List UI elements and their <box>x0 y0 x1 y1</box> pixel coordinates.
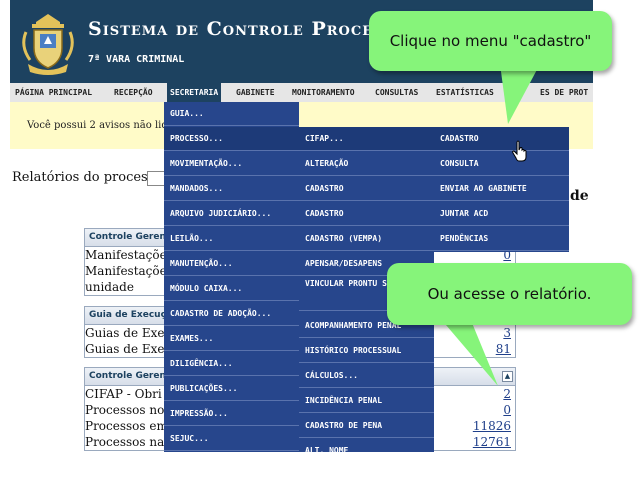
app-title: Sistema de Controle Processu <box>88 18 406 40</box>
hand-pointer-icon <box>512 140 527 162</box>
row-value[interactable]: 12761 <box>473 434 511 450</box>
row-label: Guias de Exec <box>85 326 172 340</box>
menu-item-publicacoes[interactable]: PUBLICAÇÕES... <box>164 377 299 401</box>
menu-item-movimentacao[interactable]: MOVIMENTAÇÃO... <box>164 152 299 176</box>
menu-item-processo[interactable]: PROCESSO... <box>164 127 299 151</box>
menu-estatisticas[interactable]: ESTATÍSTICAS <box>433 83 497 102</box>
menu-item-impressao[interactable]: IMPRESSÃO... <box>164 402 299 426</box>
coat-of-arms-icon <box>22 14 74 75</box>
menu-item-guia[interactable]: GUIA... <box>164 102 299 126</box>
menu-protocolo[interactable]: ES DE PROT <box>537 83 591 102</box>
menu-item-pendencias[interactable]: PENDÊNCIAS <box>434 227 569 251</box>
menu-item-cifap-cadastro[interactable]: CADASTRO <box>434 127 569 151</box>
notice-text[interactable]: Você possui 2 avisos não lido <box>27 120 174 131</box>
menu-consultas[interactable]: CONSULTAS <box>372 83 421 102</box>
menu-item-juntar-acd[interactable]: JUNTAR ACD <box>434 202 569 226</box>
row-value[interactable]: 3 <box>503 325 511 341</box>
menu-monitoramento[interactable]: MONITORAMENTO <box>289 83 358 102</box>
row-label: CIFAP - Obri <box>85 387 162 401</box>
menu-item-diligencia[interactable]: DILIGÊNCIA... <box>164 352 299 376</box>
menu-item-cadastro-vempa[interactable]: CADASTRO (VEMPA) <box>299 227 434 251</box>
menu-item-cadastro-adocao[interactable]: CADASTRO DE ADOÇÃO... <box>164 302 299 326</box>
reports-right-title: de <box>570 188 589 204</box>
menu-secretaria-dropdown: GUIA... PROCESSO... MOVIMENTAÇÃO... MAND… <box>164 102 299 452</box>
menu-secretaria[interactable]: SECRETARIA <box>167 83 222 102</box>
menu-item-calculos[interactable]: CÁLCULOS... <box>299 364 434 388</box>
menu-item-mandados[interactable]: MANDADOS... <box>164 177 299 201</box>
menu-gabinete[interactable]: GABINETE <box>233 83 278 102</box>
menu-cifap-submenu: CADASTRO CONSULTA ENVIAR AO GABINETE JUN… <box>434 127 569 252</box>
menu-item-modulo-caixa[interactable]: MÓDULO CAIXA... <box>164 277 299 301</box>
menu-item-historico-processual[interactable]: HISTÓRICO PROCESSUAL <box>299 339 434 363</box>
collapse-icon[interactable]: ▲ <box>502 371 513 382</box>
menu-item-cifap[interactable]: CIFAP... <box>299 127 434 151</box>
menu-item-leilao[interactable]: LEILÃO... <box>164 227 299 251</box>
callout-top: Clique no menu "cadastro" <box>369 11 612 71</box>
menu-item-arquivo-judiciario[interactable]: ARQUIVO JUDICIÁRIO... <box>164 202 299 226</box>
reports-label: Relatórios do processo <box>12 170 163 185</box>
menu-item-alteracao[interactable]: ALTERAÇÃO <box>299 152 434 176</box>
app-subtitle: 7ª VARA CRIMINAL <box>88 54 185 65</box>
menu-pagina-principal[interactable]: PÁGINA PRINCIPAL <box>12 83 95 102</box>
menu-recepcao[interactable]: RECEPÇÃO <box>111 83 156 102</box>
menu-item-cifap-consulta[interactable]: CONSULTA <box>434 152 569 176</box>
row-value[interactable]: 81 <box>496 341 511 357</box>
menu-item-incidencia-penal[interactable]: INCIDÊNCIA PENAL <box>299 389 434 413</box>
menu-item-sejuc[interactable]: SEJUC... <box>164 427 299 451</box>
callout-bottom: Ou acesse o relatório. <box>387 263 632 325</box>
row-value[interactable]: 2 <box>503 386 511 402</box>
row-label: Guias de Exec <box>85 342 172 356</box>
row-label: Manifestações <box>85 248 173 262</box>
menu-item-manutencao[interactable]: MANUTENÇÃO... <box>164 252 299 276</box>
row-label: Processos na S <box>85 435 177 449</box>
main-menubar: PÁGINA PRINCIPAL RECEPÇÃO SECRETARIA GAB… <box>10 83 593 103</box>
row-label: unidade <box>85 280 134 294</box>
menu-item-enviar-gabinete[interactable]: ENVIAR AO GABINETE <box>434 177 569 201</box>
row-label: Processos em <box>85 419 168 433</box>
row-label: Processos no <box>85 403 165 417</box>
panel-title-text: Controle Geren <box>89 371 166 381</box>
menu-item-cadastro-a[interactable]: CADASTRO <box>299 177 434 201</box>
menu-item-alt-nome[interactable]: ALT. NOME <box>299 439 434 452</box>
row-label: Manifestações <box>85 264 173 278</box>
row-value[interactable]: 0 <box>503 402 511 418</box>
row-value[interactable]: 11826 <box>473 418 511 434</box>
menu-item-cadastro-b[interactable]: CADASTRO <box>299 202 434 226</box>
menu-item-exames[interactable]: EXAMES... <box>164 327 299 351</box>
menu-item-cadastro-pena[interactable]: CADASTRO DE PENA <box>299 414 434 438</box>
